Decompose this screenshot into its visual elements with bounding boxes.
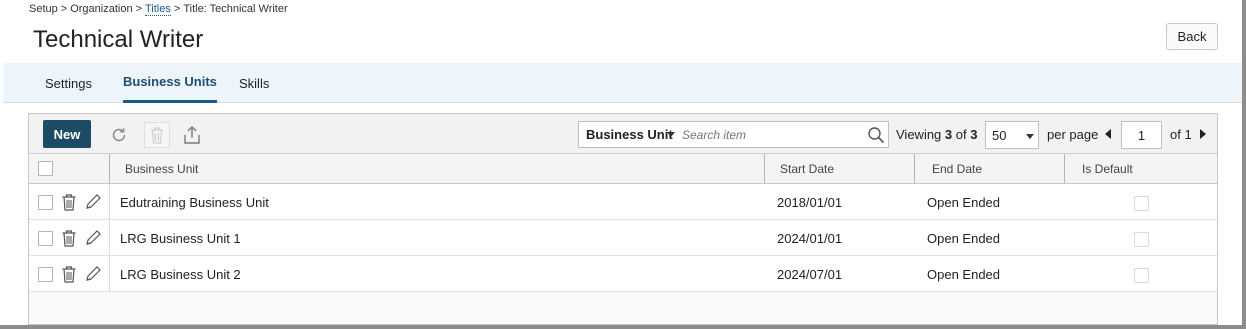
chevron-down-icon[interactable] [667, 132, 675, 137]
delete-icon[interactable] [144, 122, 170, 148]
breadcrumb-separator: > [60, 3, 68, 15]
grid-toolbar: New Business Unit Viewing 3 of 3 50 [29, 114, 1217, 154]
window-frame-right [1242, 0, 1246, 329]
viewing-summary: Viewing 3 of 3 [896, 127, 977, 142]
column-header-is-default[interactable]: Is Default [1082, 154, 1133, 183]
cell-start-date: 2024/01/01 [777, 230, 843, 246]
breadcrumb-organization[interactable]: Organization [70, 3, 132, 15]
search-field-dropdown[interactable]: Business Unit [586, 122, 673, 147]
edit-pencil-icon[interactable] [84, 229, 102, 252]
viewing-total: 3 [970, 127, 978, 142]
breadcrumb-current: Title: Technical Writer [183, 3, 288, 15]
per-page-value: 50 [992, 128, 1007, 143]
viewing-of-label: of [955, 127, 967, 142]
trash-icon[interactable] [61, 193, 77, 216]
column-header-business-unit[interactable]: Business Unit [125, 154, 198, 183]
is-default-checkbox [1134, 196, 1149, 211]
cell-business-unit: LRG Business Unit 2 [120, 266, 241, 282]
cell-start-date: 2018/01/01 [777, 194, 843, 210]
tab-bar: Settings Business Units Skills [3, 63, 1242, 103]
prev-page-icon[interactable] [1105, 129, 1111, 139]
column-divider [764, 154, 765, 183]
breadcrumb-titles-link[interactable]: Titles [145, 3, 171, 16]
table-row: Edutraining Business Unit 2018/01/01 Ope… [29, 184, 1217, 220]
tab-skills[interactable]: Skills [239, 63, 269, 103]
tab-settings[interactable]: Settings [45, 63, 92, 103]
edit-pencil-icon[interactable] [84, 193, 102, 216]
trash-icon[interactable] [61, 265, 77, 288]
per-page-select[interactable]: 50 [985, 121, 1039, 149]
breadcrumb: Setup > Organization > Titles > Title: Technic… [29, 3, 288, 16]
cell-business-unit: LRG Business Unit 1 [120, 230, 241, 246]
breadcrumb-setup[interactable]: Setup [29, 3, 58, 15]
page-number-input[interactable] [1121, 121, 1162, 149]
per-page-label: per page [1047, 127, 1099, 142]
viewing-label: Viewing [896, 127, 942, 142]
column-divider [109, 154, 110, 183]
cell-end-date: Open Ended [927, 194, 1001, 210]
select-all-checkbox[interactable] [38, 161, 53, 176]
chevron-down-icon [1026, 134, 1034, 139]
cell-business-unit: Edutraining Business Unit [120, 194, 269, 210]
page-title: Technical Writer [33, 26, 204, 53]
table-row: LRG Business Unit 2 2024/07/01 Open Ende… [29, 256, 1217, 292]
tab-business-units[interactable]: Business Units [123, 63, 217, 103]
new-button[interactable]: New [43, 120, 91, 148]
search-input[interactable] [682, 125, 862, 144]
row-select-checkbox[interactable] [38, 267, 53, 282]
breadcrumb-separator: > [173, 3, 181, 15]
table-header: Business Unit Start Date End Date Is Def… [29, 154, 1217, 184]
search-box: Business Unit [578, 121, 889, 148]
cell-start-date: 2024/07/01 [777, 266, 843, 282]
row-actions-divider [109, 184, 110, 292]
trash-icon[interactable] [61, 229, 77, 252]
page-count-label: of 1 [1170, 127, 1192, 142]
export-icon[interactable] [181, 124, 203, 146]
row-select-checkbox[interactable] [38, 195, 53, 210]
business-units-panel: New Business Unit Viewing 3 of 3 50 [28, 113, 1218, 325]
row-select-checkbox[interactable] [38, 231, 53, 246]
cell-end-date: Open Ended [927, 266, 1001, 282]
back-button[interactable]: Back [1166, 23, 1218, 50]
cell-end-date: Open Ended [927, 230, 1001, 246]
refresh-icon[interactable] [108, 124, 130, 146]
column-header-start-date[interactable]: Start Date [780, 154, 834, 183]
viewing-count: 3 [944, 127, 953, 142]
edit-pencil-icon[interactable] [84, 265, 102, 288]
column-header-end-date[interactable]: End Date [932, 154, 982, 183]
table-row: LRG Business Unit 1 2024/01/01 Open Ende… [29, 220, 1217, 256]
column-divider [914, 154, 915, 183]
is-default-checkbox [1134, 268, 1149, 283]
window-frame-bottom [0, 325, 1246, 329]
is-default-checkbox [1134, 232, 1149, 247]
column-divider [1064, 154, 1065, 183]
breadcrumb-separator: > [135, 3, 142, 15]
next-page-icon[interactable] [1200, 129, 1206, 139]
search-icon[interactable] [867, 126, 885, 149]
